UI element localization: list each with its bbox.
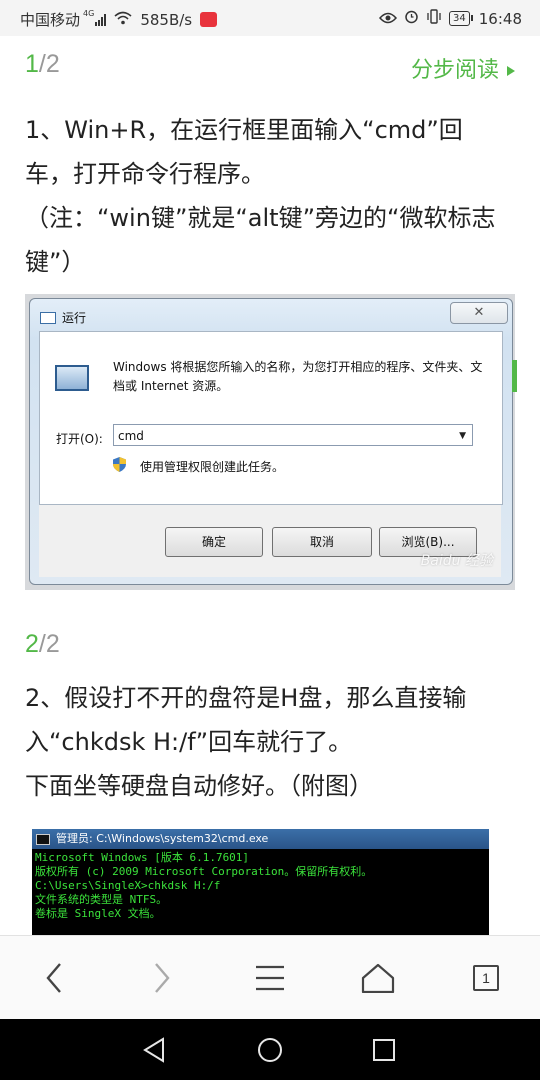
dropdown-arrow-icon: ▼ xyxy=(459,431,466,441)
system-navigation-bar xyxy=(0,1019,540,1080)
triangle-back-icon xyxy=(143,1037,164,1063)
cmd-window-image[interactable]: 管理员: C:\Windows\system32\cmd.exe Microso… xyxy=(32,829,489,935)
step-total: /2 xyxy=(38,50,60,78)
forward-button[interactable] xyxy=(140,956,184,1000)
forward-icon xyxy=(155,963,170,993)
browser-toolbar: 1 xyxy=(0,935,540,1020)
step-2-text: 2、假设打不开的盘符是H盘，那么直接输入“chkdsk H:/f”回车就行了。 … xyxy=(25,676,505,808)
battery-icon: 34 xyxy=(449,11,473,26)
menu-icon xyxy=(256,965,284,991)
step-current: 1 xyxy=(25,50,39,78)
step-1-line: 1、Win+R，在运行框里面输入“cmd”回车，打开命令行程序。 xyxy=(25,116,463,188)
run-program-icon xyxy=(55,365,89,391)
cmd-line: 文件系统的类型是 NTFS。 xyxy=(35,893,168,906)
cmd-line: 版权所有 (c) 2009 Microsoft Corporation。保留所有… xyxy=(35,865,373,878)
run-dialog-title: 运行 xyxy=(40,309,86,326)
step-2-line: 下面坐等硬盘自动修好。（附图） xyxy=(25,772,373,800)
alarm-icon xyxy=(404,9,419,28)
run-dialog-window: 运行 ✕ Windows 将根据您所输入的名称，为您打开相应的程序、文件夹、文档… xyxy=(29,298,513,585)
admin-note: 使用管理权限创建此任务。 xyxy=(140,460,285,474)
home-icon xyxy=(361,963,395,993)
run-description: Windows 将根据您所输入的名称，为您打开相应的程序、文件夹、文档或 Int… xyxy=(113,360,483,393)
open-input: cmd ▼ xyxy=(113,424,473,446)
eye-icon xyxy=(379,10,398,28)
cmd-title-bar: 管理员: C:\Windows\system32\cmd.exe xyxy=(32,829,489,849)
cmd-line: Microsoft Windows [版本 6.1.7601] xyxy=(35,851,250,864)
circle-home-icon xyxy=(258,1038,282,1062)
ok-button: 确定 xyxy=(165,527,263,557)
cmd-output: Microsoft Windows [版本 6.1.7601] 版权所有 (c)… xyxy=(32,849,489,923)
cancel-button: 取消 xyxy=(272,527,372,557)
tabs-button[interactable]: 1 xyxy=(464,956,508,1000)
status-bar: 中国移动 4G 585B/s 34 16:48 xyxy=(0,0,540,36)
baidu-watermark: Baidu 经验 xyxy=(420,553,493,569)
uac-shield-icon xyxy=(113,457,126,472)
wifi-icon xyxy=(114,11,132,29)
read-by-step-label: 分步阅读 xyxy=(410,58,499,83)
step-2-line: 2、假设打不开的盘符是H盘，那么直接输入“chkdsk H:/f”回车就行了。 xyxy=(25,684,467,756)
run-dialog-image[interactable]: 运行 ✕ Windows 将根据您所输入的名称，为您打开相应的程序、文件夹、文档… xyxy=(25,294,517,590)
back-icon xyxy=(46,963,61,993)
cmd-line: C:\Users\SingleX>chkdsk H:/f xyxy=(35,879,221,892)
step-current: 2 xyxy=(25,630,39,658)
clock: 16:48 xyxy=(478,9,522,28)
vibrate-icon xyxy=(426,9,442,28)
menu-button[interactable] xyxy=(248,956,292,1000)
signal-icon xyxy=(95,13,107,26)
system-back-button[interactable] xyxy=(139,1035,169,1065)
open-label: 打开(O): xyxy=(56,432,103,446)
close-icon: ✕ xyxy=(450,302,508,324)
system-home-button[interactable] xyxy=(255,1035,285,1065)
home-button[interactable] xyxy=(356,956,400,1000)
cmd-title-text: 管理员: C:\Windows\system32\cmd.exe xyxy=(56,832,269,845)
step-1-header: 1/2 分步阅读 xyxy=(25,50,515,90)
step-1-note: （注：“win键”就是“alt键”旁边的“微软标志键”） xyxy=(25,204,496,276)
network-speed: 585B/s xyxy=(140,10,193,29)
battery-level: 34 xyxy=(453,13,466,24)
step-total: /2 xyxy=(38,630,60,658)
cmd-line: 卷标是 SingleX 文档。 xyxy=(35,907,161,920)
step-1-text: 1、Win+R，在运行框里面输入“cmd”回车，打开命令行程序。 （注：“win… xyxy=(25,108,505,284)
system-recents-button[interactable] xyxy=(369,1035,399,1065)
tab-count: 1 xyxy=(473,965,499,991)
square-recents-icon xyxy=(373,1039,395,1061)
step-2-header: 2/2 xyxy=(25,630,515,670)
side-tab-indicator xyxy=(512,360,517,392)
article-content: 1/2 分步阅读 1、Win+R，在运行框里面输入“cmd”回车，打开命令行程序… xyxy=(0,36,540,935)
step-1-counter: 1/2 xyxy=(25,50,60,78)
open-input-value: cmd xyxy=(118,429,144,443)
run-window-icon xyxy=(40,311,56,324)
cmd-icon xyxy=(36,833,50,845)
run-dialog-title-text: 运行 xyxy=(62,311,87,325)
read-by-step-link[interactable]: 分步阅读 xyxy=(411,52,515,84)
carrier-label: 中国移动 xyxy=(20,11,81,29)
app-notification-icon xyxy=(200,12,218,27)
step-2-counter: 2/2 xyxy=(25,630,60,658)
back-button[interactable] xyxy=(32,956,76,1000)
play-arrow-icon xyxy=(507,66,515,76)
run-dialog-body: Windows 将根据您所输入的名称，为您打开相应的程序、文件夹、文档或 Int… xyxy=(39,331,503,505)
network-type: 4G xyxy=(83,9,95,18)
